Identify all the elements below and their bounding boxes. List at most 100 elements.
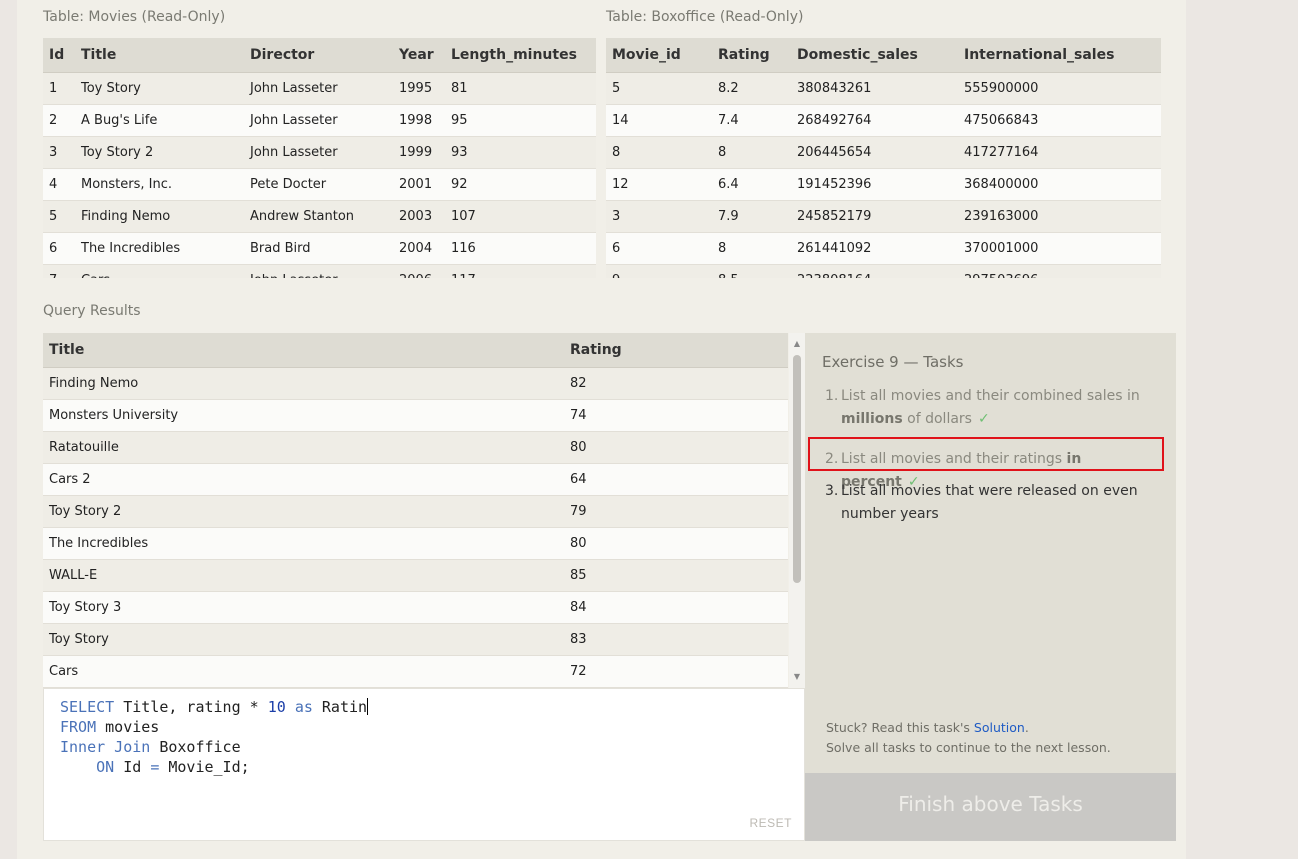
result-column-header: Rating xyxy=(564,333,788,368)
movies-cell: 7 xyxy=(43,264,75,278)
boxoffice-cell: 368400000 xyxy=(958,168,1161,201)
movies-cell: Pete Docter xyxy=(244,168,393,201)
code-token: SELECT xyxy=(60,698,115,716)
boxoffice-cell: 191452396 xyxy=(791,168,958,201)
scroll-thumb[interactable] xyxy=(793,355,801,583)
results-scrollbar[interactable]: ▲ ▼ xyxy=(789,333,805,688)
boxoffice-cell: 239163000 xyxy=(958,200,1161,233)
movies-cell: 81 xyxy=(445,72,596,105)
movies-cell: 1995 xyxy=(393,72,445,105)
code-token: Title, rating xyxy=(114,698,250,716)
task-text-post: of dollars xyxy=(902,411,972,427)
scroll-down-icon[interactable]: ▼ xyxy=(789,670,805,684)
reset-button[interactable]: RESET xyxy=(749,816,792,830)
boxoffice-cell: 7.9 xyxy=(712,200,791,233)
boxoffice-cell: 8 xyxy=(712,136,791,169)
boxoffice-table: Movie_id Rating Domestic_sales Internationa… xyxy=(606,38,1161,278)
boxoffice-row: 12 6.4 191452396 368400000 xyxy=(606,168,1161,201)
boxoffice-cell: 555900000 xyxy=(958,72,1161,105)
boxoffice-cell: 268492764 xyxy=(791,104,958,137)
result-cell: Cars 2 xyxy=(43,463,564,496)
movies-cell: 92 xyxy=(445,168,596,201)
movies-cell: John Lasseter xyxy=(244,72,393,105)
code-token: Movie_Id; xyxy=(159,758,250,776)
boxoffice-cell: 14 xyxy=(606,104,712,137)
result-row: Toy Story 2 79 xyxy=(43,495,788,528)
code-token: * xyxy=(249,698,259,716)
result-cell: The Incredibles xyxy=(43,527,564,560)
result-cell: 79 xyxy=(564,495,788,528)
movies-row: 1 Toy Story John Lasseter 1995 81 xyxy=(43,72,596,105)
boxoffice-cell: 6.4 xyxy=(712,168,791,201)
code-token: movies xyxy=(96,718,160,736)
result-row: The Incredibles 80 xyxy=(43,527,788,560)
code-line: ON Id = Movie_Id; xyxy=(60,758,250,776)
movies-cell: 6 xyxy=(43,232,75,265)
result-cell: 80 xyxy=(564,527,788,560)
movies-cell: 2 xyxy=(43,104,75,137)
boxoffice-cell: 5 xyxy=(606,72,712,105)
sql-editor[interactable]: SELECT Title, rating * 10 as Ratin FROM m… xyxy=(43,688,805,841)
finish-tasks-button[interactable]: Finish above Tasks xyxy=(805,773,1176,841)
result-row: Cars 72 xyxy=(43,655,788,688)
movies-cell: Toy Story 2 xyxy=(75,136,244,169)
boxoffice-cell: 8.5 xyxy=(712,264,791,278)
scroll-up-icon[interactable]: ▲ xyxy=(789,337,805,351)
boxoffice-column-header: International_sales xyxy=(958,38,1161,73)
movies-cell: 1 xyxy=(43,72,75,105)
boxoffice-cell: 475066843 xyxy=(958,104,1161,137)
result-cell: 64 xyxy=(564,463,788,496)
solution-link[interactable]: Solution xyxy=(974,720,1025,735)
tasks-title: Exercise 9 — Tasks xyxy=(822,353,964,371)
result-cell: Toy Story 2 xyxy=(43,495,564,528)
boxoffice-cell: 297503696 xyxy=(958,264,1161,278)
task-item-1: 1. List all movies and their combined sal… xyxy=(825,385,1145,431)
boxoffice-row: 6 8 261441092 370001000 xyxy=(606,232,1161,265)
movies-cell: 2004 xyxy=(393,232,445,265)
movies-cell: 5 xyxy=(43,200,75,233)
boxoffice-column-header: Domestic_sales xyxy=(791,38,958,73)
movies-row: 4 Monsters, Inc. Pete Docter 2001 92 xyxy=(43,168,596,201)
boxoffice-column-header: Movie_id xyxy=(606,38,712,73)
movies-cell: 2001 xyxy=(393,168,445,201)
result-cell: Ratatouille xyxy=(43,431,564,464)
task-item-3: 3. List all movies that were released on … xyxy=(825,480,1145,526)
code-line: Inner Join Boxoffice xyxy=(60,738,241,756)
code-token: 10 xyxy=(267,698,286,716)
boxoffice-cell: 6 xyxy=(606,232,712,265)
boxoffice-cell: 206445654 xyxy=(791,136,958,169)
movies-cell: The Incredibles xyxy=(75,232,244,265)
movies-row: 7CarsJohn Lasseter2006117 xyxy=(43,264,596,278)
movies-row: 2A Bug's Life John Lasseter 1998 95 xyxy=(43,104,596,137)
movies-cell: 4 xyxy=(43,168,75,201)
text-cursor xyxy=(367,698,369,715)
movies-cell: Brad Bird xyxy=(244,232,393,265)
hint-text: Stuck? Read this task's Solution. Solve … xyxy=(826,718,1111,758)
movies-column-header: Director xyxy=(244,38,393,73)
movies-column-header: Length_minutes xyxy=(445,38,596,73)
boxoffice-cell: 380843261 xyxy=(791,72,958,105)
result-cell: Finding Nemo xyxy=(43,367,564,400)
movies-cell: 1998 xyxy=(393,104,445,137)
code-line: SELECT Title, rating * 10 as Ratin xyxy=(60,698,369,716)
movies-cell: John Lasseter xyxy=(244,264,393,278)
lesson-page: Table: Movies (Read-Only) Id Title Directo… xyxy=(17,0,1186,859)
movies-column-header: Id xyxy=(43,38,75,73)
result-cell: 82 xyxy=(564,367,788,400)
code-line: FROM movies xyxy=(60,718,159,736)
boxoffice-cell: 417277164 xyxy=(958,136,1161,169)
boxoffice-cell: 370001000 xyxy=(958,232,1161,265)
movies-cell: John Lasseter xyxy=(244,136,393,169)
result-cell: 84 xyxy=(564,591,788,624)
task-number: 2. xyxy=(825,451,839,467)
code-token: Id xyxy=(114,758,151,776)
movies-cell: 2006 xyxy=(393,264,445,278)
movies-cell: 117 xyxy=(445,264,596,278)
code-token: Ratin xyxy=(312,698,368,716)
boxoffice-cell: 223808164 xyxy=(791,264,958,278)
boxoffice-cell: 245852179 xyxy=(791,200,958,233)
boxoffice-cell: 8 xyxy=(606,136,712,169)
code-token: = xyxy=(150,758,160,776)
